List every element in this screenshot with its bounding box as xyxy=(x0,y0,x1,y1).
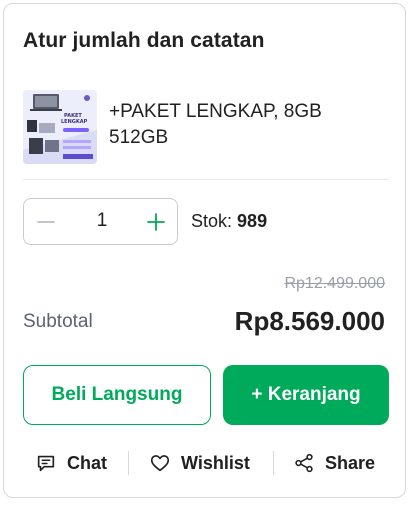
product-thumbnail-image: PAKET LENGKAP xyxy=(23,90,97,164)
product-name: +PAKET LENGKAP, 8GB 512GB xyxy=(109,101,322,148)
chat-button[interactable]: Chat xyxy=(35,448,107,478)
original-price: Rp12.499.000 xyxy=(284,275,385,292)
stock-info: Stok: 989 xyxy=(191,211,267,232)
decrease-quantity-button[interactable] xyxy=(34,210,58,234)
increase-quantity-button[interactable] xyxy=(144,210,168,234)
share-icon xyxy=(295,453,313,473)
subtotal-label: Subtotal xyxy=(23,311,93,332)
heart-icon xyxy=(150,455,170,472)
minus-icon xyxy=(37,221,55,223)
action-separator xyxy=(128,451,129,475)
subtotal-value: Rp8.569.000 xyxy=(234,306,385,336)
wishlist-label: Wishlist xyxy=(181,452,250,473)
action-separator xyxy=(273,451,274,475)
plus-icon xyxy=(147,213,165,231)
panel-title: Atur jumlah dan catatan xyxy=(23,29,265,52)
chat-icon xyxy=(37,455,55,472)
add-to-cart-button[interactable]: + Keranjang xyxy=(223,365,389,425)
quantity-input[interactable] xyxy=(82,210,122,232)
share-label: Share xyxy=(325,452,376,473)
svg-text:LENGKAP: LENGKAP xyxy=(61,119,88,125)
stock-value: 989 xyxy=(237,211,268,231)
buy-now-button[interactable]: Beli Langsung xyxy=(23,365,211,425)
wishlist-button[interactable]: Wishlist xyxy=(149,448,250,478)
product-thumbnail: PAKET LENGKAP xyxy=(23,90,97,164)
chat-label: Chat xyxy=(67,452,107,473)
quantity-notes-panel: Atur jumlah dan catatan PAKET LENGKAP +P… xyxy=(3,3,406,498)
share-button[interactable]: Share xyxy=(293,448,375,478)
divider xyxy=(23,179,388,180)
quantity-stepper xyxy=(23,198,178,245)
action-bar: Chat Wishlist Share xyxy=(23,448,389,478)
stock-label: Stok: xyxy=(191,211,233,231)
